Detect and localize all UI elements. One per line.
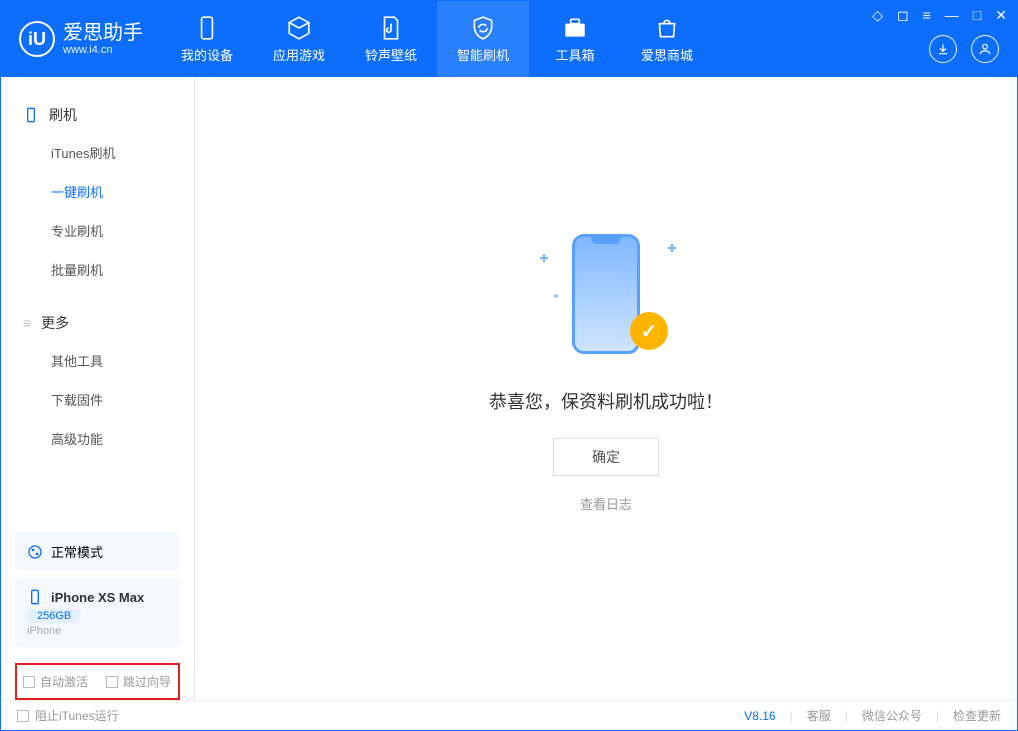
tab-smart-flash[interactable]: 智能刷机 xyxy=(437,1,529,77)
wechat-link[interactable]: 微信公众号 xyxy=(862,707,922,724)
support-link[interactable]: 客服 xyxy=(807,707,831,724)
success-message: 恭喜您，保资料刷机成功啦！ xyxy=(489,388,723,414)
device-card[interactable]: iPhone XS Max 256GB iPhone xyxy=(15,579,180,647)
sidebar-item-pro-flash[interactable]: 专业刷机 xyxy=(1,211,194,250)
sidebar-item-other-tools[interactable]: 其他工具 xyxy=(1,341,194,380)
sidebar-item-oneclick-flash[interactable]: 一键刷机 xyxy=(1,172,194,211)
app-header: iU 爱思助手 www.i4.cn 我的设备 应用游戏 铃声壁纸 智能刷机 工具… xyxy=(1,1,1017,77)
skin-icon[interactable]: ◻ xyxy=(897,7,909,24)
success-illustration: ✓ xyxy=(536,224,676,364)
storage-badge: 256GB xyxy=(27,609,81,623)
footer: 阻止iTunes运行 V8.16 | 客服 | 微信公众号 | 检查更新 xyxy=(1,700,1017,730)
close-icon[interactable]: ✕ xyxy=(995,7,1007,24)
tab-store[interactable]: 爱思商城 xyxy=(621,1,713,77)
download-button[interactable] xyxy=(929,35,957,63)
toolbox-icon xyxy=(561,15,589,41)
sidebar-section-more: ≡ 更多 xyxy=(1,305,194,341)
sidebar-item-batch-flash[interactable]: 批量刷机 xyxy=(1,250,194,289)
app-logo-icon: iU xyxy=(19,21,55,57)
app-subtitle: www.i4.cn xyxy=(63,44,143,56)
checkbox-skip-guide[interactable]: 跳过向导 xyxy=(106,673,171,690)
sidebar-item-download-firmware[interactable]: 下载固件 xyxy=(1,380,194,419)
minimize-icon[interactable]: — xyxy=(945,7,959,24)
maximize-icon[interactable]: □ xyxy=(973,7,981,24)
logo-area: iU 爱思助手 www.i4.cn xyxy=(1,1,161,77)
ok-button[interactable]: 确定 xyxy=(553,438,659,476)
tab-ringtone-wallpaper[interactable]: 铃声壁纸 xyxy=(345,1,437,77)
device-type: iPhone xyxy=(27,625,168,637)
tab-my-device[interactable]: 我的设备 xyxy=(161,1,253,77)
version-label: V8.16 xyxy=(744,709,775,723)
mode-icon xyxy=(27,544,43,560)
sidebar: 刷机 iTunes刷机 一键刷机 专业刷机 批量刷机 ≡ 更多 其他工具 下载固… xyxy=(1,77,195,700)
main-content: ✓ 恭喜您，保资料刷机成功啦！ 确定 查看日志 xyxy=(195,77,1017,700)
device-phone-icon xyxy=(27,589,43,605)
mode-card[interactable]: 正常模式 xyxy=(15,532,180,571)
bag-icon xyxy=(653,15,681,41)
cube-icon xyxy=(285,15,313,41)
music-file-icon xyxy=(377,15,405,41)
refresh-shield-icon xyxy=(469,15,497,41)
user-button[interactable] xyxy=(971,35,999,63)
sidebar-item-advanced[interactable]: 高级功能 xyxy=(1,419,194,458)
tab-toolbox[interactable]: 工具箱 xyxy=(529,1,621,77)
checkbox-auto-activate[interactable]: 自动激活 xyxy=(23,673,88,690)
list-icon: ≡ xyxy=(23,315,31,331)
view-log-link[interactable]: 查看日志 xyxy=(580,494,632,513)
window-controls: ◇ ◻ ≡ — □ ✕ xyxy=(872,7,1007,24)
checkbox-block-itunes[interactable]: 阻止iTunes运行 xyxy=(17,707,119,724)
sidebar-item-itunes-flash[interactable]: iTunes刷机 xyxy=(1,133,194,172)
tab-apps-games[interactable]: 应用游戏 xyxy=(253,1,345,77)
highlighted-checkbox-row: 自动激活 跳过向导 xyxy=(15,663,180,700)
menu-icon[interactable]: ≡ xyxy=(923,7,931,24)
sidebar-section-flash: 刷机 xyxy=(1,97,194,133)
check-icon: ✓ xyxy=(630,312,668,350)
check-update-link[interactable]: 检查更新 xyxy=(953,707,1001,724)
device-icon xyxy=(193,15,221,41)
app-title: 爱思助手 xyxy=(63,22,143,44)
phone-icon xyxy=(23,107,39,123)
theme-icon[interactable]: ◇ xyxy=(872,7,883,24)
